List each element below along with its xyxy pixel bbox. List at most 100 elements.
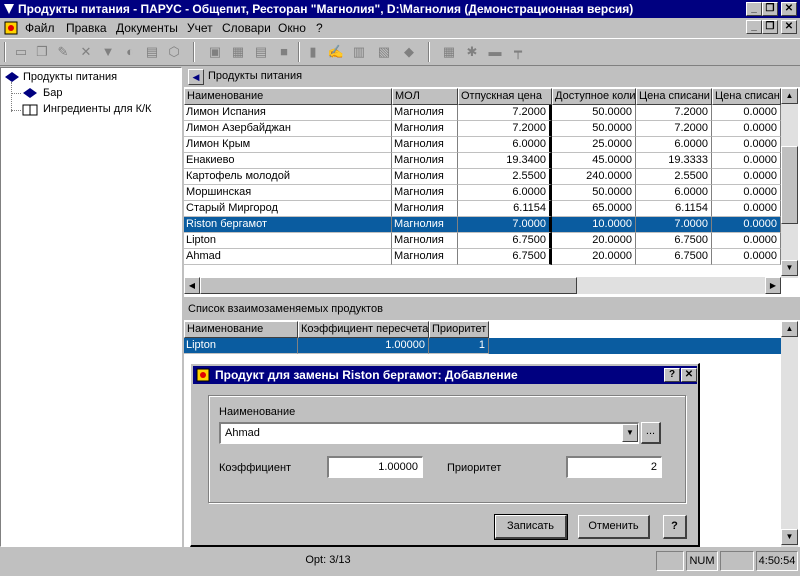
mdi-restore-button[interactable]: ❐ [762,20,778,34]
table-cell[interactable]: Магнолия [392,137,458,153]
table-cell[interactable]: 0.0000 [712,201,781,217]
table-cell[interactable]: 19.3333 [636,153,712,169]
folder-tree-icon[interactable]: ┯ [509,43,527,61]
table-cell[interactable]: 0.0000 [712,137,781,153]
copy-record-icon[interactable]: ❐ [33,43,51,61]
doc-icon[interactable]: ▣ [206,43,224,61]
book-icon[interactable]: ▮ [304,43,322,61]
table-cell[interactable]: 20.0000 [552,233,636,249]
table-cell[interactable]: 6.7500 [636,249,712,265]
close-button[interactable]: ✕ [781,2,797,16]
new-record-icon[interactable]: ▭ [12,43,30,61]
column-header[interactable]: Наименование [184,88,392,105]
table-cell[interactable]: 6.7500 [458,233,552,249]
filter-icon[interactable]: ▼ [99,43,117,61]
table-cell[interactable]: 6.0000 [458,137,552,153]
table-cell[interactable]: 2.5500 [458,169,552,185]
vertical-scrollbar[interactable]: ▲ ▼ [781,321,798,547]
table-icon[interactable]: ▤ [252,43,270,61]
table-row[interactable]: Riston бергамот [184,217,392,233]
menu-dictionaries[interactable]: Словари [222,21,271,35]
priority-input[interactable]: 2 [566,456,662,478]
minimize-button[interactable]: _ [746,2,762,16]
table-cell[interactable]: 240.0000 [552,169,636,185]
column-header[interactable]: Цена списани [636,88,712,105]
dialog-help-icon[interactable]: ? [664,368,680,382]
horizontal-scrollbar[interactable]: ◀ ▶ [184,277,781,294]
tools-icon[interactable]: ✱ [463,43,481,61]
table-cell[interactable]: 6.0000 [458,185,552,201]
list-icon[interactable]: ■ [275,43,293,61]
table-row[interactable]: Енакиево [184,153,392,169]
table-cell[interactable]: 6.7500 [636,233,712,249]
table-cell[interactable]: 0.0000 [712,105,781,121]
table-cell[interactable]: 45.0000 [552,153,636,169]
save-button[interactable]: Записать [494,514,568,540]
tree-node-bar[interactable]: Бар [43,87,62,99]
menu-documents[interactable]: Документы [116,21,178,35]
table-cell[interactable]: 0.0000 [712,121,781,137]
table-cell[interactable]: Магнолия [392,105,458,121]
table-cell[interactable]: 6.1154 [458,201,552,217]
scroll-thumb[interactable] [200,277,577,294]
table-cell[interactable]: 19.3400 [458,153,552,169]
column-header[interactable]: Коэффициент пересчета [298,321,429,338]
menu-window[interactable]: Окно [278,21,306,35]
table-cell[interactable]: 7.2000 [636,105,712,121]
table-cell[interactable]: 6.0000 [636,137,712,153]
folder-icon[interactable]: ▬ [486,43,504,61]
scroll-up-icon[interactable]: ▲ [781,321,798,337]
table-row[interactable]: Старый Миргород [184,201,392,217]
table-row[interactable]: Лимон Азербайджан [184,121,392,137]
scroll-thumb[interactable] [781,146,798,224]
table-row[interactable]: Лимон Крым [184,137,392,153]
scroll-up-icon[interactable]: ▲ [781,88,798,104]
table-cell[interactable]: Магнолия [392,217,458,233]
table-cell[interactable]: 7.2000 [458,105,552,121]
table-cell[interactable]: 1 [429,338,489,354]
menu-help[interactable]: ? [316,21,323,35]
calculator-icon[interactable]: ▦ [440,43,458,61]
pen-icon[interactable]: ✍ [327,43,345,61]
column-header[interactable]: Наименование [184,321,298,338]
cancel-button[interactable]: Отменить [578,515,650,539]
tree-node-products[interactable]: Продукты питания [23,71,117,83]
monitor-icon[interactable]: ▦ [229,43,247,61]
users-icon[interactable]: ◆ [400,43,418,61]
table-cell[interactable]: 0.0000 [712,185,781,201]
clipboard-icon[interactable]: ▥ [350,43,368,61]
table-cell[interactable]: Магнолия [392,169,458,185]
edit-record-icon[interactable]: ✎ [54,43,72,61]
table-cell[interactable]: 10.0000 [552,217,636,233]
table-cell[interactable]: 0.0000 [712,169,781,185]
cards-icon[interactable]: ▧ [375,43,393,61]
table-cell[interactable]: Магнолия [392,233,458,249]
column-header[interactable]: Доступное коли [552,88,636,105]
table-row[interactable]: Картофель молодой [184,169,392,185]
table-cell[interactable]: 0.0000 [712,233,781,249]
table-cell[interactable]: 7.0000 [458,217,552,233]
document-icon[interactable] [3,20,19,36]
table-cell[interactable]: 6.7500 [458,249,552,265]
print-icon[interactable]: ▤ [143,43,161,61]
table-cell[interactable]: Магнолия [392,249,458,265]
scroll-down-icon[interactable]: ▼ [781,260,798,276]
chevron-down-icon[interactable]: ▼ [622,424,638,442]
menu-edit[interactable]: Правка [66,21,107,35]
column-header[interactable]: Цена списан [712,88,781,105]
title-bar[interactable]: Продукты питания - ПАРУС - Общепит, Рест… [0,0,800,18]
table-cell[interactable]: 50.0000 [552,105,636,121]
tree-node-ingredients[interactable]: Ингредиенты для К/К [43,103,151,115]
table-cell[interactable]: 50.0000 [552,185,636,201]
delete-icon[interactable]: ✕ [77,43,95,61]
table-cell[interactable]: 25.0000 [552,137,636,153]
back-arrow-icon[interactable]: ◀ [188,69,204,85]
table-row[interactable]: Моршинская [184,185,392,201]
table-row[interactable]: Лимон Испания [184,105,392,121]
scroll-left-icon[interactable]: ◀ [184,277,200,294]
browse-button[interactable]: ... [641,422,661,444]
maximize-button[interactable]: ❐ [762,2,778,16]
mdi-minimize-button[interactable]: _ [746,20,762,34]
table-row[interactable]: Lipton [184,233,392,249]
column-header[interactable]: МОЛ [392,88,458,105]
